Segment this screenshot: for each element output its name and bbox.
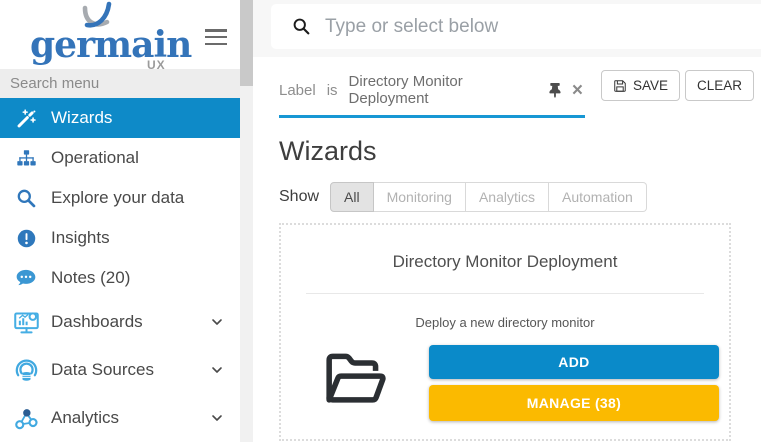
wizard-card-title: Directory Monitor Deployment (281, 252, 729, 272)
folder-open-icon (281, 345, 429, 407)
comment-dots-icon (12, 267, 40, 289)
tab-automation[interactable]: Automation (549, 182, 647, 212)
close-icon[interactable]: × (572, 81, 583, 100)
filter-chip[interactable]: Label is Directory Monitor Deployment × (279, 70, 585, 118)
sidebar-item-dashboards[interactable]: Dashboards (0, 298, 240, 346)
wizard-card-body: ADD MANAGE (38) (281, 345, 729, 421)
search-strip (253, 0, 761, 57)
clear-button-label: CLEAR (697, 78, 742, 93)
wizard-card-actions: ADD MANAGE (38) (429, 345, 719, 421)
save-button[interactable]: SAVE (601, 70, 680, 101)
tab-analytics[interactable]: Analytics (466, 182, 549, 212)
sidebar-item-label: Notes (20) (51, 268, 130, 288)
search-icon (292, 17, 312, 37)
global-search-box[interactable] (271, 4, 761, 49)
sidebar-item-operational[interactable]: Operational (0, 138, 240, 178)
sidebar-item-notes[interactable]: Notes (20) (0, 258, 240, 298)
database-signal-icon (12, 357, 40, 384)
show-filter-row: Show All Monitoring Analytics Automation (279, 182, 761, 212)
sidebar-item-label: Wizards (51, 108, 112, 128)
save-button-label: SAVE (633, 78, 668, 93)
magic-wand-icon (12, 108, 40, 129)
page-title: Wizards (279, 136, 761, 167)
brand-sub-label: UX (147, 58, 166, 72)
chevron-down-icon[interactable] (209, 314, 225, 330)
manage-button[interactable]: MANAGE (38) (429, 385, 719, 421)
sidebar-item-wizards[interactable]: Wizards (0, 98, 240, 138)
sidebar-item-label: Insights (51, 228, 110, 248)
tab-monitoring[interactable]: Monitoring (374, 182, 466, 212)
sidebar-item-label: Explore your data (51, 188, 184, 208)
sidebar-item-explore[interactable]: Explore your data (0, 178, 240, 218)
global-search-input[interactable] (325, 16, 761, 38)
add-button[interactable]: ADD (429, 345, 719, 379)
sidebar-item-label: Dashboards (51, 312, 143, 332)
filter-actions: SAVE CLEAR (601, 70, 754, 101)
sidebar-item-insights[interactable]: Insights (0, 218, 240, 258)
filter-bar: Label is Directory Monitor Deployment × (279, 70, 735, 118)
sidebar: germain UX Wizards (0, 0, 240, 442)
sidebar-item-label: Analytics (51, 408, 119, 428)
magnifier-icon (12, 188, 40, 209)
sidebar-scrollbar[interactable] (240, 0, 253, 442)
pin-icon[interactable] (549, 83, 561, 98)
main-content: Label is Directory Monitor Deployment × (253, 0, 761, 442)
floppy-disk-icon (613, 79, 627, 93)
card-divider (306, 293, 704, 294)
sitemap-icon (12, 148, 40, 169)
tab-all[interactable]: All (330, 182, 374, 212)
sidebar-search-input[interactable] (0, 69, 240, 98)
scrollbar-thumb[interactable] (240, 0, 253, 86)
hamburger-menu-icon[interactable] (205, 29, 227, 49)
share-nodes-icon (12, 405, 40, 432)
wizard-card: Directory Monitor Deployment Deploy a ne… (279, 223, 731, 441)
monitor-chart-icon (12, 309, 40, 336)
chevron-down-icon[interactable] (209, 362, 225, 378)
exclamation-circle-icon (12, 228, 40, 249)
filter-value[interactable]: Directory Monitor Deployment (349, 73, 538, 107)
logo: germain UX (0, 0, 240, 69)
wizard-card-description: Deploy a new directory monitor (281, 315, 729, 330)
sidebar-item-analytics[interactable]: Analytics (0, 394, 240, 442)
brand-wordmark: germain (30, 27, 191, 63)
filter-operator[interactable]: is (327, 82, 338, 99)
chevron-down-icon[interactable] (209, 410, 225, 426)
filter-field[interactable]: Label (279, 82, 316, 99)
sidebar-item-label: Data Sources (51, 360, 154, 380)
sidebar-nav: Wizards Operational (0, 98, 240, 442)
show-label: Show (279, 188, 319, 206)
app-window: germain UX Wizards (0, 0, 761, 442)
sidebar-item-label: Operational (51, 148, 139, 168)
sidebar-item-data-sources[interactable]: Data Sources (0, 346, 240, 394)
category-tab-group: All Monitoring Analytics Automation (330, 182, 647, 212)
clear-button[interactable]: CLEAR (685, 70, 754, 101)
